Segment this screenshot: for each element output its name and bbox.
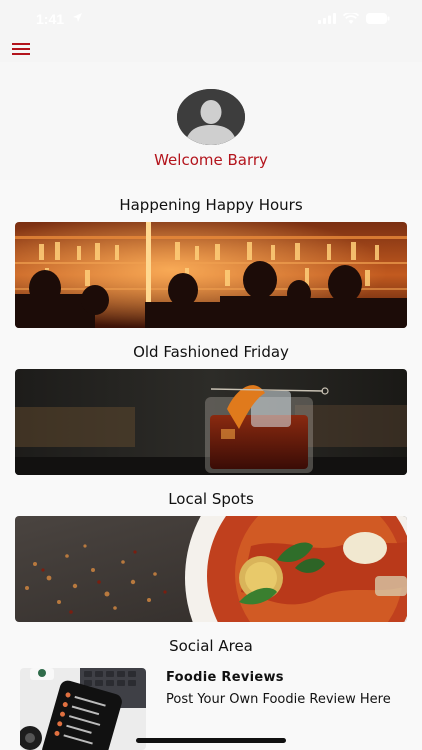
main-feed: Happening Happy Hours Old Fashioned Frid… <box>0 180 422 750</box>
status-bar: 1:41 <box>0 0 422 38</box>
wifi-icon <box>343 13 359 24</box>
home-indicator[interactable] <box>136 738 286 743</box>
bar-crowd-image <box>15 222 407 328</box>
signal-icon <box>318 13 336 24</box>
location-arrow-icon <box>73 13 82 22</box>
pasta-dish-image <box>15 516 407 622</box>
foodie-reviews-subtitle: Post Your Own Foodie Review Here <box>166 692 391 707</box>
status-time: 1:41 <box>36 11 65 27</box>
section-title-old-fashioned: Old Fashioned Friday <box>133 343 289 361</box>
old-fashioned-card[interactable] <box>15 369 407 475</box>
phone-on-desk-image <box>20 668 146 750</box>
nav-header <box>0 38 422 62</box>
status-icons <box>318 13 390 24</box>
happy-hours-card[interactable] <box>15 222 407 328</box>
user-silhouette-icon <box>177 89 245 145</box>
battery-icon <box>366 13 390 24</box>
section-title-local-spots: Local Spots <box>168 490 254 508</box>
foodie-reviews-title: Foodie Reviews <box>166 670 284 685</box>
section-title-happy-hours: Happening Happy Hours <box>119 196 303 214</box>
welcome-text: Welcome Barry <box>154 151 268 169</box>
hamburger-menu-icon[interactable] <box>12 43 30 55</box>
old-fashioned-image <box>15 369 407 475</box>
local-spots-card[interactable] <box>15 516 407 622</box>
avatar[interactable] <box>177 89 245 145</box>
profile-section: Welcome Barry <box>0 62 422 180</box>
section-title-social-area: Social Area <box>169 637 253 655</box>
